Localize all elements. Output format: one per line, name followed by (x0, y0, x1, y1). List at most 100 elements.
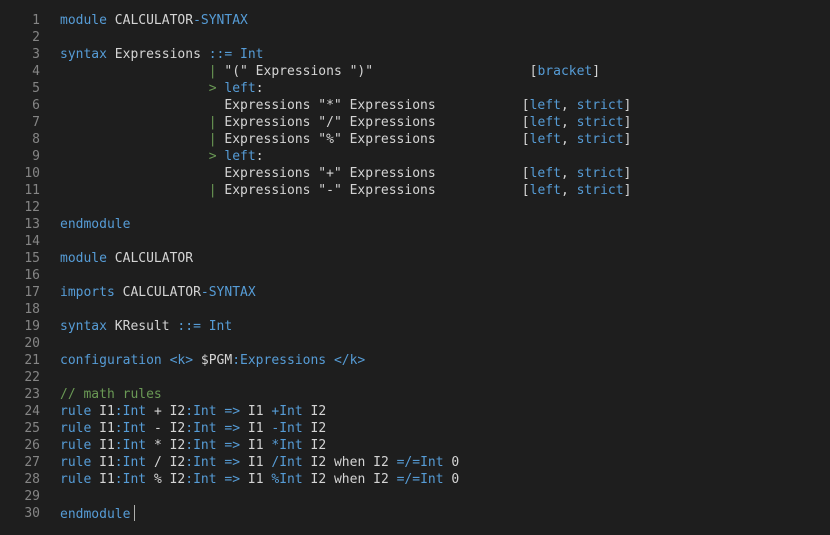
code-token: Int (122, 472, 154, 487)
code-token: rule (60, 472, 100, 487)
line-code[interactable]: endmodule (60, 505, 136, 523)
line-code[interactable]: > left: (60, 148, 264, 165)
code-line[interactable]: 13 endmodule (0, 216, 830, 233)
text-cursor (134, 505, 136, 521)
code-line[interactable]: 7 | Expressions "/" Expressions [left, s… (0, 114, 830, 131)
code-token: : (185, 438, 194, 453)
code-line[interactable]: 30 endmodule (0, 505, 830, 522)
line-code[interactable]: rule I1:Int % I2:Int => I1 %Int I2 when … (60, 471, 459, 488)
code-token: / I2 (153, 455, 186, 470)
line-number: 18 (24, 302, 40, 317)
code-token: : (255, 81, 264, 96)
code-line[interactable]: 25 rule I1:Int - I2:Int => I1 -Int I2 (0, 420, 830, 437)
line-number: 15 (24, 251, 40, 266)
line-code[interactable]: Expressions "+" Expressions [left, stric… (60, 165, 631, 182)
code-line[interactable]: 8 | Expressions "%" Expressions [left, s… (0, 131, 830, 148)
code-token: Int (193, 404, 225, 419)
code-line[interactable]: 10 Expressions "+" Expressions [left, st… (0, 165, 830, 182)
code-line[interactable]: 29 (0, 488, 830, 505)
code-token: : (255, 149, 264, 164)
line-code[interactable]: rule I1:Int / I2:Int => I1 /Int I2 when … (60, 454, 459, 471)
line-code[interactable]: module CALCULATOR (60, 250, 193, 267)
line-code[interactable]: | Expressions "/" Expressions [left, str… (60, 114, 632, 131)
code-line[interactable]: 6 Expressions "*" Expressions [left, str… (0, 97, 830, 114)
line-code[interactable]: syntax KResult ::= Int (60, 318, 232, 335)
code-line[interactable]: 17 imports CALCULATOR-SYNTAX (0, 284, 830, 301)
code-line[interactable]: 22 (0, 369, 830, 386)
line-code[interactable]: | "(" Expressions ")" [bracket] (60, 63, 600, 80)
code-token: configuration (60, 353, 170, 368)
code-token: => (224, 438, 248, 453)
code-token: strict (576, 183, 624, 198)
code-line[interactable]: 4 | "(" Expressions ")" [bracket] (0, 63, 830, 80)
line-code[interactable]: configuration <k> $PGM:Expressions </k> (60, 352, 365, 369)
code-token: > (208, 81, 225, 96)
code-line[interactable]: 1 module CALCULATOR-SYNTAX (0, 12, 830, 29)
code-line[interactable]: 3 syntax Expressions ::= Int (0, 46, 830, 63)
code-token: - (271, 421, 280, 436)
code-line[interactable]: 12 (0, 199, 830, 216)
code-token: Int (122, 404, 154, 419)
code-token: Expressions "+" Expressions (60, 166, 522, 181)
line-code[interactable]: rule I1:Int + I2:Int => I1 +Int I2 (60, 403, 326, 420)
code-token: Int (279, 438, 311, 453)
code-line[interactable]: 26 rule I1:Int * I2:Int => I1 *Int I2 (0, 437, 830, 454)
line-number: 17 (24, 285, 40, 300)
code-token: I1 (99, 438, 115, 453)
code-token: : (114, 472, 123, 487)
line-code[interactable]: imports CALCULATOR-SYNTAX (60, 284, 256, 301)
code-token: + I2 (153, 404, 186, 419)
code-token: Int (122, 438, 154, 453)
code-line[interactable]: 11 | Expressions "-" Expressions [left, … (0, 182, 830, 199)
code-token: I1 (99, 455, 115, 470)
code-line[interactable]: 2 (0, 29, 830, 46)
line-number: 14 (24, 234, 40, 249)
code-token: Expressions (240, 353, 334, 368)
code-line[interactable]: 21 configuration <k> $PGM:Expressions </k… (0, 352, 830, 369)
code-token: strict (576, 132, 624, 147)
line-code[interactable]: // math rules (60, 386, 162, 403)
code-token: Expressions "/" Expressions (224, 115, 522, 130)
code-token: Expressions "-" Expressions (224, 183, 522, 198)
code-token: : (114, 438, 123, 453)
line-code[interactable]: endmodule (60, 216, 130, 233)
code-line[interactable]: 5 > left: (0, 80, 830, 97)
code-line[interactable]: 9 > left: (0, 148, 830, 165)
code-token: : (185, 404, 194, 419)
line-code[interactable]: rule I1:Int - I2:Int => I1 -Int I2 (60, 420, 326, 437)
line-code[interactable]: Expressions "*" Expressions [left, stric… (60, 97, 631, 114)
code-line[interactable]: 16 (0, 267, 830, 284)
code-token: left (529, 166, 561, 181)
code-token: KResult (114, 319, 178, 334)
line-code[interactable]: > left: (60, 80, 264, 97)
code-line[interactable]: 24 rule I1:Int + I2:Int => I1 +Int I2 (0, 403, 830, 420)
code-line[interactable]: 27 rule I1:Int / I2:Int => I1 /Int I2 whe… (0, 454, 830, 471)
line-code[interactable]: rule I1:Int * I2:Int => I1 *Int I2 (60, 437, 326, 454)
code-line[interactable]: 19 syntax KResult ::= Int (0, 318, 830, 335)
code-line[interactable]: 15 module CALCULATOR (0, 250, 830, 267)
code-token: : (185, 421, 194, 436)
code-token: Int (193, 472, 225, 487)
line-code[interactable]: | Expressions "%" Expressions [left, str… (60, 131, 632, 148)
code-token: , (560, 166, 577, 181)
code-token: * (271, 438, 280, 453)
code-token: ] (623, 98, 632, 113)
code-line[interactable]: 18 (0, 301, 830, 318)
code-line[interactable]: 20 (0, 335, 830, 352)
code-line[interactable]: 23 // math rules (0, 386, 830, 403)
line-code[interactable]: | Expressions "-" Expressions [left, str… (60, 182, 632, 199)
line-code[interactable]: syntax Expressions ::= Int (60, 46, 264, 63)
code-editor[interactable]: 1 module CALCULATOR-SYNTAX 2 3 syntax Expres… (0, 12, 830, 527)
line-number: 24 (24, 404, 40, 419)
code-token: rule (60, 421, 100, 436)
code-line[interactable]: 28 rule I1:Int % I2:Int => I1 %Int I2 whe… (0, 471, 830, 488)
line-code[interactable]: module CALCULATOR-SYNTAX (60, 12, 248, 29)
line-number: 25 (24, 421, 40, 436)
code-token: , (560, 115, 577, 130)
code-line[interactable]: 14 (0, 233, 830, 250)
code-token: rule (60, 404, 100, 419)
code-token: =/= (396, 455, 421, 470)
code-token: , (560, 98, 577, 113)
